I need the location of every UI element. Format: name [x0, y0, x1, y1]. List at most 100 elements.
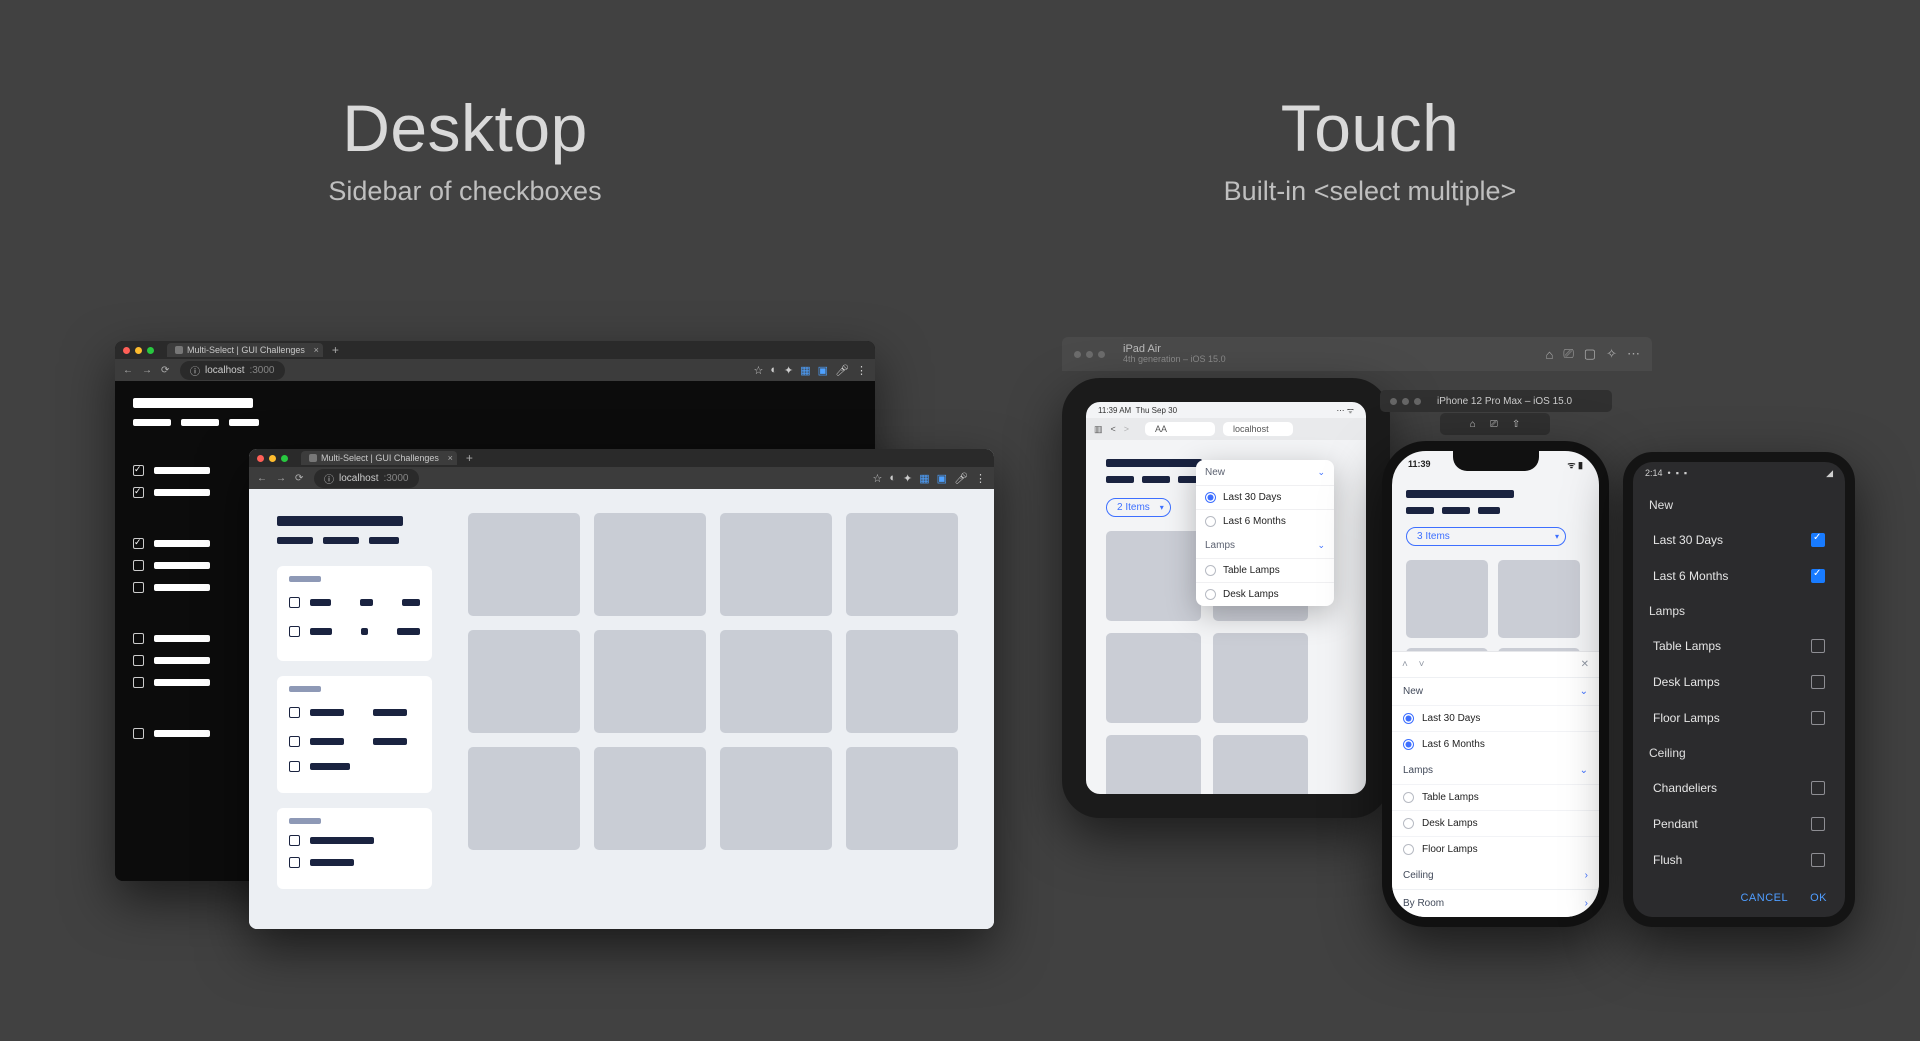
option-row[interactable]: Last 6 Months	[1392, 731, 1599, 757]
select-sheet[interactable]: ˄ ˅ ✕ New⌄ Last 30 Days Last 6 Months La…	[1392, 651, 1599, 917]
close-tab-icon[interactable]: ×	[314, 345, 319, 355]
devtools-icon[interactable]: ▦	[919, 472, 929, 485]
checkbox[interactable]	[133, 487, 144, 498]
devtools-icon[interactable]: ▦	[800, 364, 810, 377]
option-row[interactable]: Last 30 Days	[1196, 485, 1334, 509]
option-row[interactable]: Pendant	[1633, 806, 1845, 842]
option-row[interactable]: Floor Lamps	[1392, 836, 1599, 862]
browser-tab[interactable]: Multi-Select | GUI Challenges ×	[167, 343, 323, 357]
checkbox[interactable]	[133, 582, 144, 593]
checkbox[interactable]	[133, 538, 144, 549]
home-icon[interactable]: ⌂	[1470, 419, 1476, 430]
cancel-button[interactable]: CANCEL	[1740, 892, 1788, 904]
star-icon[interactable]: ☆	[753, 364, 763, 377]
window-controls[interactable]	[257, 455, 288, 462]
star-icon[interactable]: ☆	[872, 472, 882, 485]
checkbox[interactable]	[289, 736, 300, 747]
result-card[interactable]	[468, 747, 580, 850]
result-card[interactable]	[594, 513, 706, 616]
checkbox[interactable]	[289, 597, 300, 608]
result-card[interactable]	[594, 747, 706, 850]
aa-button[interactable]: AA	[1155, 424, 1167, 434]
window-controls[interactable]	[123, 347, 154, 354]
new-tab-button[interactable]: +	[466, 451, 473, 465]
option-row[interactable]: Flush	[1633, 842, 1845, 878]
share-icon[interactable]: ⇧	[1512, 419, 1520, 430]
reload-icon[interactable]: ⟳	[161, 365, 172, 376]
checkbox[interactable]	[289, 707, 300, 718]
select-popover[interactable]: New⌄ Last 30 Days Last 6 Months Lamps⌄ T…	[1196, 460, 1334, 606]
home-icon[interactable]: ⌂	[1546, 347, 1554, 362]
option-row[interactable]: Desk Lamps	[1196, 582, 1334, 606]
checkbox[interactable]	[133, 560, 144, 571]
extension-icon[interactable]: ✦	[903, 472, 912, 485]
cast-icon[interactable]: ▣	[818, 364, 828, 377]
moon-icon[interactable]: ◐	[770, 364, 777, 376]
option-row[interactable]: Chandeliers	[1633, 770, 1845, 806]
option-row[interactable]: Table Lamps	[1392, 784, 1599, 810]
option-row[interactable]: Table Lamps	[1633, 628, 1845, 664]
close-tab-icon[interactable]: ×	[448, 453, 453, 463]
window-controls[interactable]	[1074, 351, 1105, 358]
result-card[interactable]	[720, 513, 832, 616]
sidebar-icon[interactable]: ▥	[1094, 424, 1103, 435]
cast-icon[interactable]: ▣	[937, 472, 947, 485]
extension-icon[interactable]: ✦	[784, 364, 793, 377]
result-card[interactable]	[720, 630, 832, 733]
filter-select[interactable]: 2 Items	[1106, 498, 1171, 517]
option-row[interactable]: Desk Lamps	[1392, 810, 1599, 836]
result-card[interactable]	[1406, 560, 1488, 638]
more-icon[interactable]: ⋯	[1627, 346, 1640, 362]
screenshot-icon[interactable]: ⎚	[1563, 346, 1573, 362]
checkbox[interactable]	[133, 677, 144, 688]
checkbox[interactable]	[133, 633, 144, 644]
option-row[interactable]: Table Lamps	[1196, 558, 1334, 582]
result-card[interactable]	[1213, 735, 1308, 818]
close-icon[interactable]: ✕	[1581, 659, 1589, 670]
result-card[interactable]	[1498, 560, 1580, 638]
browser-tab[interactable]: Multi-Select | GUI Challenges ×	[301, 451, 457, 465]
result-card[interactable]	[1106, 633, 1201, 723]
site-info-icon[interactable]: ⓘ	[324, 471, 334, 486]
option-row[interactable]: Desk Lamps	[1633, 664, 1845, 700]
result-card[interactable]	[846, 630, 958, 733]
result-card[interactable]	[1213, 633, 1308, 723]
reload-icon[interactable]: ⟳	[295, 473, 306, 484]
result-card[interactable]	[720, 747, 832, 850]
option-row[interactable]: Floor Lamps	[1633, 700, 1845, 736]
new-tab-button[interactable]: +	[332, 343, 339, 357]
result-card[interactable]	[1106, 531, 1201, 621]
checkbox[interactable]	[133, 655, 144, 666]
checkbox[interactable]	[289, 626, 300, 637]
keyboard-nav[interactable]: ˄ ˅	[1402, 659, 1428, 670]
address-bar[interactable]: ⓘ localhost:3000	[314, 469, 419, 488]
ipad-url-bar[interactable]: ▥ <> AA localhost	[1086, 418, 1366, 440]
site-info-icon[interactable]: ⓘ	[190, 363, 200, 378]
rotate-icon[interactable]: ▢	[1584, 346, 1596, 362]
sheet-section[interactable]: By Room	[1403, 898, 1444, 909]
option-row[interactable]: Last 6 Months	[1633, 558, 1845, 594]
result-card[interactable]	[846, 513, 958, 616]
result-card[interactable]	[468, 513, 580, 616]
checkbox[interactable]	[289, 857, 300, 868]
checkbox[interactable]	[289, 761, 300, 772]
filter-select[interactable]: 3 Items	[1406, 527, 1566, 546]
back-icon[interactable]: ←	[257, 473, 268, 484]
checkbox[interactable]	[289, 835, 300, 846]
sheet-section[interactable]: Ceiling	[1403, 870, 1434, 881]
settings-icon[interactable]: ✧	[1606, 346, 1617, 362]
address-bar[interactable]: ⓘ localhost:3000	[180, 361, 285, 380]
result-card[interactable]	[1106, 735, 1201, 818]
moon-icon[interactable]: ◐	[889, 472, 896, 484]
mic-icon[interactable]: 🎤︎	[835, 364, 849, 377]
window-controls[interactable]	[1390, 398, 1421, 405]
select-dialog[interactable]: New Last 30 Days Last 6 Months Lamps Tab…	[1633, 484, 1845, 882]
result-card[interactable]	[468, 630, 580, 733]
checkbox[interactable]	[133, 465, 144, 476]
mic-icon[interactable]: 🎤︎	[954, 472, 968, 485]
option-row[interactable]: Last 30 Days	[1633, 522, 1845, 558]
screenshot-icon[interactable]: ⎚	[1490, 419, 1498, 430]
forward-icon[interactable]: →	[276, 473, 287, 484]
back-icon[interactable]: ←	[123, 365, 134, 376]
option-row[interactable]: Last 30 Days	[1392, 705, 1599, 731]
